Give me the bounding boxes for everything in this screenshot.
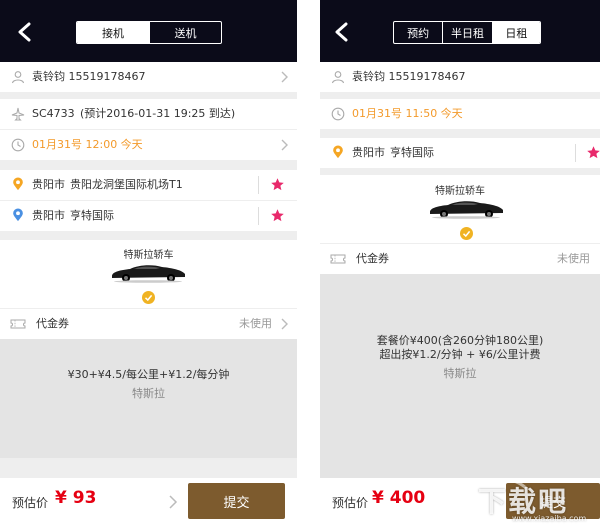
to-city: 贵阳市 (32, 209, 65, 222)
voucher-status: 未使用 (239, 317, 272, 330)
contact-text: 袁铃钧 15519178467 (352, 70, 466, 83)
chevron-right-icon (281, 318, 288, 330)
voucher-label: 代金券 (356, 252, 389, 265)
trip-type-segmented-control: 接机 送机 (76, 21, 222, 44)
estimate-label: 预估价 (12, 496, 49, 510)
star-icon[interactable] (586, 145, 600, 160)
plane-icon (11, 107, 25, 121)
chevron-right-icon (281, 71, 288, 83)
to-location-row[interactable]: 贵阳市 亨特国际 (0, 201, 297, 231)
fare-info-area: ¥30+¥4.5/每公里+¥1.2/每分钟 特斯拉 (0, 339, 297, 458)
voucher-status: 未使用 (557, 252, 590, 265)
tab-pickup[interactable]: 接机 (77, 22, 149, 43)
flight-number: SC4733 (32, 107, 75, 120)
place: 亨特国际 (390, 146, 434, 159)
tab-full-day[interactable]: 日租 (491, 22, 540, 43)
tab-half-day[interactable]: 半日租 (442, 22, 491, 43)
star-icon[interactable] (270, 208, 285, 223)
car-selector[interactable]: 特斯拉轿车 (0, 240, 297, 308)
chevron-right-icon[interactable] (169, 495, 178, 509)
car-icon (112, 265, 185, 283)
ticket-icon (330, 254, 346, 264)
from-location-row[interactable]: 贵阳市 贵阳龙洞堡国际机场T1 (0, 170, 297, 200)
submit-button[interactable]: 提交 (188, 483, 285, 519)
divider (258, 207, 259, 225)
voucher-label: 代金券 (36, 317, 69, 330)
location-row[interactable]: 贵阳市 亨特国际 (320, 138, 600, 168)
watermark-url: www.xiazaiba.com (512, 514, 587, 523)
fare-model: 特斯拉 (132, 387, 165, 400)
check-circle-icon (460, 227, 473, 240)
car-icon (430, 201, 503, 219)
estimate-value: ¥ 93 (55, 488, 97, 508)
bottom-bar: 预估价 ¥ 93 提交 (0, 478, 297, 530)
car-name: 特斯拉轿车 (435, 186, 485, 197)
voucher-row[interactable]: 代金券 未使用 (0, 309, 297, 339)
divider (297, 0, 320, 530)
tab-reservation[interactable]: 预约 (394, 22, 442, 43)
user-icon (331, 71, 345, 84)
ticket-icon (10, 319, 26, 329)
package-line-2: 超出按¥1.2/分钟 + ¥6/公里计费 (379, 348, 541, 361)
voucher-row[interactable]: 代金券 未使用 (320, 244, 600, 274)
clock-icon (11, 138, 25, 152)
car-selector[interactable]: 特斯拉轿车 (320, 175, 600, 243)
left-screen: 接机 送机 袁铃钧 15519178467 SC4733 (预计2016-01-… (0, 0, 297, 530)
check-circle-icon (142, 291, 155, 304)
time-row[interactable]: 01月31号 11:50 今天 (320, 99, 600, 129)
divider (575, 144, 576, 162)
star-icon[interactable] (270, 177, 285, 192)
fare-model: 特斯拉 (443, 367, 477, 380)
navbar: 预约 半日租 日租 (320, 0, 600, 62)
pin-blue-icon (13, 208, 23, 222)
estimate-label: 预估价 (332, 496, 369, 510)
right-screen: 预约 半日租 日租 袁铃钧 15519178467 01月31号 11:50 今… (320, 0, 600, 530)
user-icon (11, 71, 25, 84)
flight-row[interactable]: SC4733 (预计2016-01-31 19:25 到达) (0, 99, 297, 129)
pickup-time: 01月31号 12:00 今天 (32, 138, 143, 151)
tab-dropoff[interactable]: 送机 (149, 22, 221, 43)
flight-eta: (预计2016-01-31 19:25 到达) (80, 107, 236, 120)
pin-orange-icon (13, 177, 23, 191)
navbar: 接机 送机 (0, 0, 297, 62)
fare-info-area: 套餐价¥400(含260分钟180公里) 超出按¥1.2/分钟 + ¥6/公里计… (320, 274, 600, 478)
time-row[interactable]: 01月31号 12:00 今天 (0, 130, 297, 160)
clock-icon (331, 107, 345, 121)
back-arrow-icon[interactable] (333, 22, 351, 42)
pin-orange-icon (333, 145, 343, 159)
rental-type-segmented-control: 预约 半日租 日租 (393, 21, 541, 44)
contact-row[interactable]: 袁铃钧 15519178467 (320, 62, 600, 92)
divider (258, 176, 259, 194)
from-place: 贵阳龙洞堡国际机场T1 (70, 178, 183, 191)
car-name: 特斯拉轿车 (123, 250, 174, 261)
from-city: 贵阳市 (32, 178, 65, 191)
estimate-value: ¥ 400 (372, 488, 426, 508)
to-place: 亨特国际 (70, 209, 114, 222)
back-arrow-icon[interactable] (16, 22, 34, 42)
pickup-time: 01月31号 11:50 今天 (352, 107, 463, 120)
city: 贵阳市 (352, 146, 385, 159)
contact-text: 袁铃钧 15519178467 (32, 70, 146, 83)
contact-row[interactable]: 袁铃钧 15519178467 (0, 62, 297, 92)
chevron-right-icon (281, 139, 288, 151)
fare-formula: ¥30+¥4.5/每公里+¥1.2/每分钟 (67, 368, 230, 381)
